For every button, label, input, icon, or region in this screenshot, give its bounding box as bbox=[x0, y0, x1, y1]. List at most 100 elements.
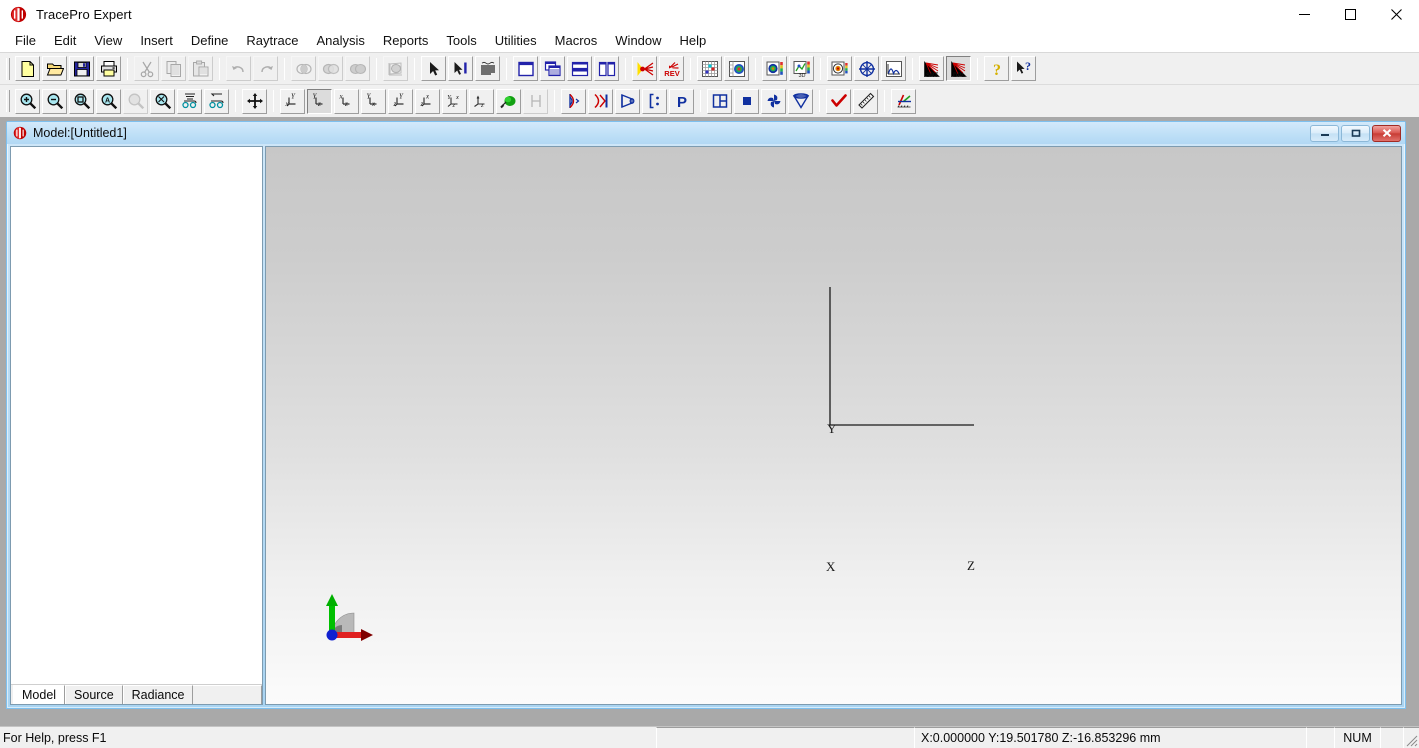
irradiance-map-button[interactable] bbox=[697, 56, 722, 81]
window-minimize-button[interactable] bbox=[1281, 0, 1327, 29]
open-file-button[interactable] bbox=[42, 56, 67, 81]
toolbar-grip[interactable] bbox=[6, 57, 10, 80]
candela-map-button[interactable] bbox=[724, 56, 749, 81]
hidden-line-button[interactable] bbox=[523, 88, 548, 114]
menu-file[interactable]: File bbox=[6, 31, 45, 51]
menu-reports[interactable]: Reports bbox=[374, 31, 438, 51]
menu-help[interactable]: Help bbox=[671, 31, 716, 51]
illuminance-button[interactable] bbox=[827, 56, 852, 81]
boolean-subtract-button[interactable] bbox=[291, 56, 316, 81]
reverse-raytrace-button[interactable]: REV bbox=[659, 56, 684, 81]
fan-view-button[interactable] bbox=[761, 88, 786, 114]
cone-solid-button[interactable] bbox=[788, 88, 813, 114]
text-window-button[interactable] bbox=[475, 56, 500, 81]
view-trimetric-button[interactable]: z bbox=[469, 88, 494, 114]
new-file-button[interactable] bbox=[15, 56, 40, 81]
zoom-previous-button[interactable] bbox=[123, 88, 148, 114]
candela-3d-button[interactable]: 3D bbox=[789, 56, 814, 81]
rotate-view-button[interactable] bbox=[204, 88, 229, 114]
model-tree-view[interactable] bbox=[11, 147, 262, 684]
profile-plot-button[interactable] bbox=[881, 56, 906, 81]
zoom-selection-button[interactable] bbox=[150, 88, 175, 114]
pan-move-button[interactable] bbox=[242, 88, 267, 114]
print-button[interactable] bbox=[96, 56, 121, 81]
measure-button[interactable] bbox=[853, 88, 878, 114]
render-shaded-button[interactable] bbox=[496, 88, 521, 114]
menu-raytrace[interactable]: Raytrace bbox=[237, 31, 307, 51]
view-zx-button[interactable]: z x bbox=[415, 88, 440, 114]
axes-display-button[interactable] bbox=[891, 88, 916, 114]
tab-source[interactable]: Source bbox=[65, 685, 123, 704]
view-yz-button[interactable]: Y z bbox=[307, 88, 332, 114]
perspective-button[interactable]: P bbox=[669, 88, 694, 114]
new-window-button[interactable] bbox=[513, 56, 538, 81]
toolbar-separator bbox=[219, 57, 220, 80]
paste-button[interactable] bbox=[188, 56, 213, 81]
tracepro-logo-icon bbox=[10, 6, 27, 23]
clip-right-button[interactable] bbox=[588, 88, 613, 114]
status-resize-grip[interactable] bbox=[1403, 727, 1419, 748]
mdi-window-title: Model:[Untitled1] bbox=[33, 126, 127, 140]
view-xy-button[interactable]: x Y bbox=[280, 88, 305, 114]
cone-view-button[interactable] bbox=[615, 88, 640, 114]
menu-insert[interactable]: Insert bbox=[131, 31, 182, 51]
zoom-out-button[interactable] bbox=[42, 88, 67, 114]
tile-horizontal-button[interactable] bbox=[567, 56, 592, 81]
view-zy-button[interactable]: z Y bbox=[388, 88, 413, 114]
split-view-button[interactable] bbox=[707, 88, 732, 114]
svg-text:x: x bbox=[455, 94, 459, 101]
select-arrow-button[interactable] bbox=[421, 56, 446, 81]
window-close-button[interactable] bbox=[1373, 0, 1419, 29]
cut-button[interactable] bbox=[134, 56, 159, 81]
raytrace-button[interactable] bbox=[632, 56, 657, 81]
apply-check-button[interactable] bbox=[826, 88, 851, 114]
undo-button[interactable] bbox=[226, 56, 251, 81]
tab-radiance[interactable]: Radiance bbox=[122, 685, 194, 704]
source-ray-trace-button[interactable]: SRT bbox=[919, 56, 944, 81]
polar-candela-button[interactable] bbox=[762, 56, 787, 81]
bracket-view-button[interactable] bbox=[642, 88, 667, 114]
incident-ray-button[interactable] bbox=[854, 56, 879, 81]
copy-button[interactable] bbox=[161, 56, 186, 81]
svg-text:Y: Y bbox=[366, 93, 371, 101]
context-help-button[interactable]: ? bbox=[1011, 56, 1036, 81]
menu-edit[interactable]: Edit bbox=[45, 31, 85, 51]
panel-tab-strip: Model Source Radiance bbox=[11, 684, 262, 704]
half-sphere-button[interactable] bbox=[561, 88, 586, 114]
help-button[interactable]: ? bbox=[984, 56, 1009, 81]
menu-analysis[interactable]: Analysis bbox=[307, 31, 373, 51]
menu-define[interactable]: Define bbox=[182, 31, 238, 51]
zoom-window-button[interactable] bbox=[69, 88, 94, 114]
boolean-intersect-button[interactable] bbox=[318, 56, 343, 81]
cascade-windows-button[interactable] bbox=[540, 56, 565, 81]
zoom-all-button[interactable]: A bbox=[96, 88, 121, 114]
solid-fill-button[interactable] bbox=[734, 88, 759, 114]
menu-macros[interactable]: Macros bbox=[546, 31, 607, 51]
tab-model[interactable]: Model bbox=[13, 685, 66, 704]
view-yx-button[interactable]: Y x bbox=[361, 88, 386, 114]
redo-button[interactable] bbox=[253, 56, 278, 81]
view-iso-button[interactable]: Y x z bbox=[442, 88, 467, 114]
svg-text:z: z bbox=[344, 100, 348, 108]
mdi-title-bar[interactable]: Model:[Untitled1] bbox=[7, 122, 1405, 144]
window-maximize-button[interactable] bbox=[1327, 0, 1373, 29]
pan-list-button[interactable] bbox=[177, 88, 202, 114]
view-xz-button[interactable]: x z bbox=[334, 88, 359, 114]
zoom-in-button[interactable] bbox=[15, 88, 40, 114]
surface-properties-button[interactable] bbox=[383, 56, 408, 81]
toolbar-grip[interactable] bbox=[6, 90, 10, 112]
svg-text:Y: Y bbox=[312, 93, 317, 101]
menu-utilities[interactable]: Utilities bbox=[486, 31, 546, 51]
display-ray-paths-button[interactable]: DPL bbox=[946, 56, 971, 81]
mdi-close-button[interactable] bbox=[1372, 124, 1401, 142]
boolean-union-button[interactable] bbox=[345, 56, 370, 81]
mdi-minimize-button[interactable] bbox=[1310, 124, 1339, 142]
save-file-button[interactable] bbox=[69, 56, 94, 81]
mdi-restore-button[interactable] bbox=[1341, 124, 1370, 142]
menu-tools[interactable]: Tools bbox=[437, 31, 485, 51]
select-edge-button[interactable] bbox=[448, 56, 473, 81]
menu-window[interactable]: Window bbox=[606, 31, 670, 51]
model-3d-viewport[interactable]: Y X Z Y bbox=[266, 147, 1401, 704]
tile-vertical-button[interactable] bbox=[594, 56, 619, 81]
menu-view[interactable]: View bbox=[85, 31, 131, 51]
